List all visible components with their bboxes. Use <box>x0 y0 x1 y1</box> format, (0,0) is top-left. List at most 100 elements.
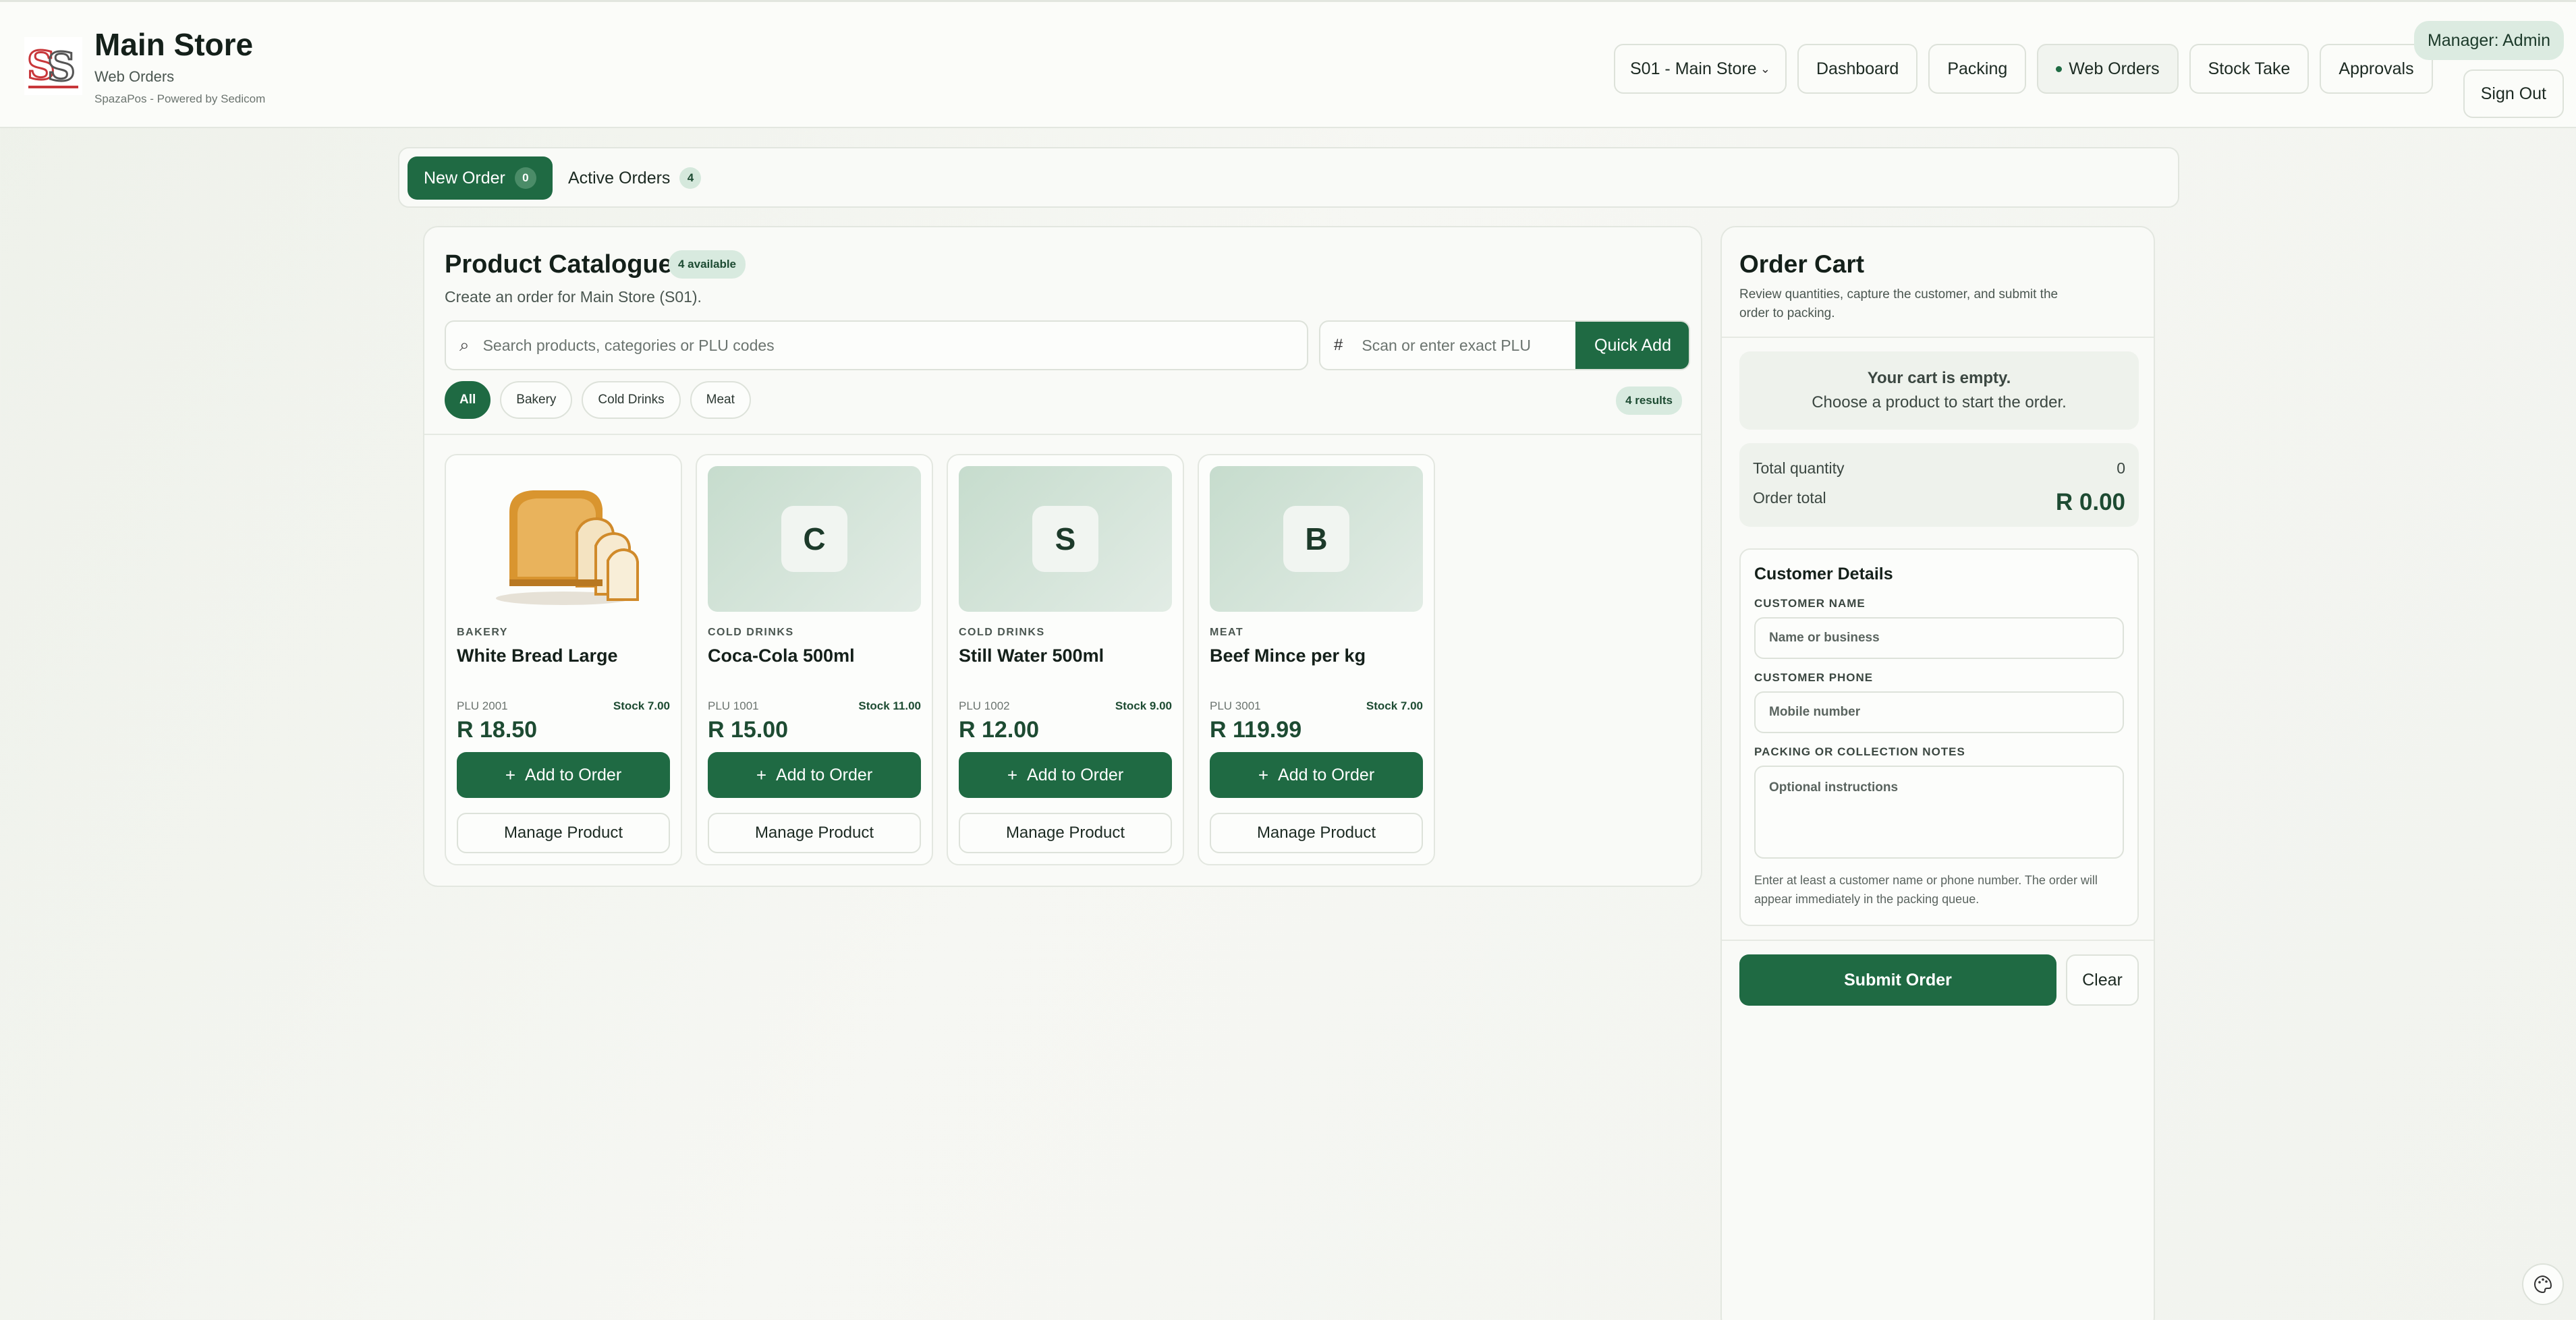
plu-box: # Quick Add <box>1319 320 1690 370</box>
active-dot-icon <box>2056 65 2063 72</box>
product-stock: Stock 7.00 <box>1366 699 1423 712</box>
customer-phone-input[interactable] <box>1754 691 2124 733</box>
tab-new-order-label: New Order <box>424 168 505 188</box>
product-category: Bakery <box>457 627 508 638</box>
tab-new-order[interactable]: New Order 0 <box>408 156 553 200</box>
customer-details: Customer Details Customer Name Customer … <box>1739 548 2139 926</box>
add-to-order-label: Add to Order <box>1027 765 1124 784</box>
chevron-down-icon: ⌄ <box>1760 61 1770 76</box>
product-grid: Bakery White Bread Large PLU 2001 Stock … <box>445 454 1435 865</box>
order-total-value: R 0.00 <box>2055 489 2125 515</box>
add-to-order-label: Add to Order <box>1278 765 1375 784</box>
clear-button[interactable]: Clear <box>2066 954 2139 1006</box>
product-category: Meat <box>1210 627 1244 638</box>
product-price: R 12.00 <box>959 717 1040 743</box>
filter-bakery[interactable]: Bakery <box>500 381 573 419</box>
product-category: Cold Drinks <box>959 627 1045 638</box>
total-quantity-value: 0 <box>2117 459 2125 477</box>
product-initial: C <box>781 506 847 572</box>
active-orders-count: 4 <box>679 167 702 189</box>
product-card: B Meat Beef Mince per kg PLU 3001 Stock … <box>1198 454 1435 865</box>
product-initial: S <box>1032 506 1098 572</box>
sign-out-button[interactable]: Sign Out <box>2463 69 2564 118</box>
add-to-order-button[interactable]: + Add to Order <box>959 752 1172 798</box>
tab-active-orders[interactable]: Active Orders 4 <box>568 156 702 200</box>
product-image: C <box>708 466 921 612</box>
plus-icon: + <box>505 764 516 785</box>
divider <box>424 434 1701 435</box>
store-select[interactable]: S01 - Main Store ⌄ <box>1614 44 1787 94</box>
nav-stock-take[interactable]: Stock Take <box>2189 44 2309 94</box>
empty-cart-message: Your cart is empty. Choose a product to … <box>1739 351 2139 430</box>
submit-order-button[interactable]: Submit Order <box>1739 954 2056 1006</box>
filter-cold-drinks[interactable]: Cold Drinks <box>582 381 681 419</box>
product-card: S Cold Drinks Still Water 500ml PLU 1002… <box>947 454 1184 865</box>
product-image: B <box>1210 466 1423 612</box>
search-input[interactable] <box>482 336 1279 355</box>
product-price: R 15.00 <box>708 717 789 743</box>
add-to-order-button[interactable]: + Add to Order <box>1210 752 1423 798</box>
product-name: Beef Mince per kg <box>1210 645 1366 666</box>
product-plu: PLU 1002 <box>959 699 1010 712</box>
manage-product-button[interactable]: Manage Product <box>959 813 1172 853</box>
product-initial: B <box>1283 506 1349 572</box>
customer-name-input[interactable] <box>1754 617 2124 659</box>
quick-add-button[interactable]: Quick Add <box>1575 322 1689 369</box>
catalogue-description: Create an order for Main Store (S01). <box>445 288 702 306</box>
store-select-value: S01 - Main Store <box>1630 59 1757 78</box>
product-price: R 119.99 <box>1210 717 1302 743</box>
product-plu: PLU 3001 <box>1210 699 1261 712</box>
order-cart: Order Cart Review quantities, capture th… <box>1720 226 2155 1320</box>
filter-all[interactable]: All <box>445 381 491 419</box>
hash-icon: # <box>1334 336 1343 354</box>
product-plu: PLU 1001 <box>708 699 759 712</box>
notes-textarea[interactable] <box>1754 766 2124 859</box>
customer-phone-label: Customer Phone <box>1754 671 1874 684</box>
divider <box>1722 940 2154 941</box>
customer-details-title: Customer Details <box>1754 565 1893 583</box>
filter-meat[interactable]: Meat <box>690 381 751 419</box>
product-catalogue: Product Catalogue 4 available Create an … <box>423 226 1702 887</box>
add-to-order-button[interactable]: + Add to Order <box>457 752 670 798</box>
order-total-label: Order total <box>1753 489 1826 507</box>
catalogue-title: Product Catalogue <box>445 250 673 279</box>
manage-product-button[interactable]: Manage Product <box>1210 813 1423 853</box>
manage-product-button[interactable]: Manage Product <box>708 813 921 853</box>
cart-totals: Total quantity 0 Order total R 0.00 <box>1739 443 2139 527</box>
results-badge: 4 results <box>1616 386 1682 415</box>
divider <box>1722 337 2154 338</box>
add-to-order-label: Add to Order <box>776 765 873 784</box>
plus-icon: + <box>1007 764 1018 785</box>
search-icon: ⌕ <box>459 335 470 355</box>
product-image <box>457 466 670 612</box>
product-price: R 18.50 <box>457 717 538 743</box>
plu-input[interactable] <box>1362 336 1565 355</box>
customer-name-label: Customer Name <box>1754 597 1866 610</box>
manager-badge: Manager: Admin <box>2413 21 2564 60</box>
product-stock: Stock 7.00 <box>613 699 670 712</box>
manage-product-button[interactable]: Manage Product <box>457 813 670 853</box>
plus-icon: + <box>1258 764 1269 785</box>
product-image: S <box>959 466 1172 612</box>
order-tabs: New Order 0 Active Orders 4 <box>398 147 2179 208</box>
plus-icon: + <box>756 764 767 785</box>
details-help-text: Enter at least a customer name or phone … <box>1754 873 2098 906</box>
nav-web-orders-label: Web Orders <box>2069 59 2160 78</box>
total-quantity-label: Total quantity <box>1753 459 1845 477</box>
add-to-order-button[interactable]: + Add to Order <box>708 752 921 798</box>
palette-icon[interactable] <box>2522 1263 2564 1305</box>
nav-dashboard[interactable]: Dashboard <box>1797 44 1918 94</box>
nav-packing[interactable]: Packing <box>1928 44 2027 94</box>
add-to-order-label: Add to Order <box>525 765 622 784</box>
svg-text:S: S <box>47 44 76 90</box>
category-filters: All Bakery Cold Drinks Meat <box>445 381 751 419</box>
product-stock: Stock 9.00 <box>1115 699 1172 712</box>
product-name: White Bread Large <box>457 645 618 666</box>
tab-active-orders-label: Active Orders <box>568 168 671 188</box>
app-header: S S Main Store Web Orders SpazaPos - Pow… <box>0 0 2576 128</box>
nav-web-orders[interactable]: Web Orders <box>2037 44 2179 94</box>
top-nav: S01 - Main Store ⌄ Dashboard Packing Web… <box>1614 44 2433 94</box>
store-title: Main Store <box>94 27 254 62</box>
new-order-count: 0 <box>514 167 536 189</box>
product-plu: PLU 2001 <box>457 699 508 712</box>
